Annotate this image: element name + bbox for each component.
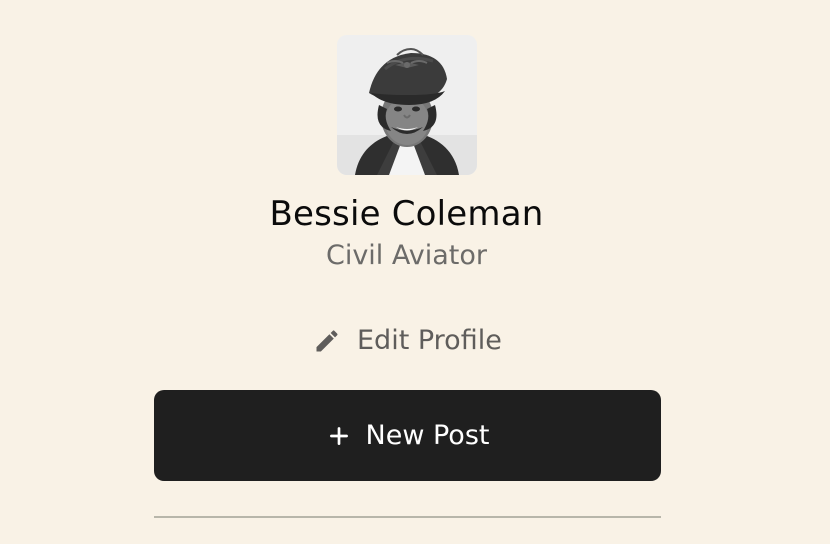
avatar	[337, 35, 477, 175]
profile-name: Bessie Coleman	[269, 194, 544, 234]
edit-profile-button[interactable]: Edit Profile	[313, 321, 502, 361]
new-post-button[interactable]: New Post	[154, 390, 661, 481]
new-post-label: New Post	[365, 419, 490, 451]
profile-title: Civil Aviator	[325, 240, 488, 271]
plus-icon	[326, 423, 352, 449]
divider	[154, 516, 661, 518]
pencil-icon	[313, 327, 341, 355]
edit-profile-label: Edit Profile	[357, 325, 502, 356]
